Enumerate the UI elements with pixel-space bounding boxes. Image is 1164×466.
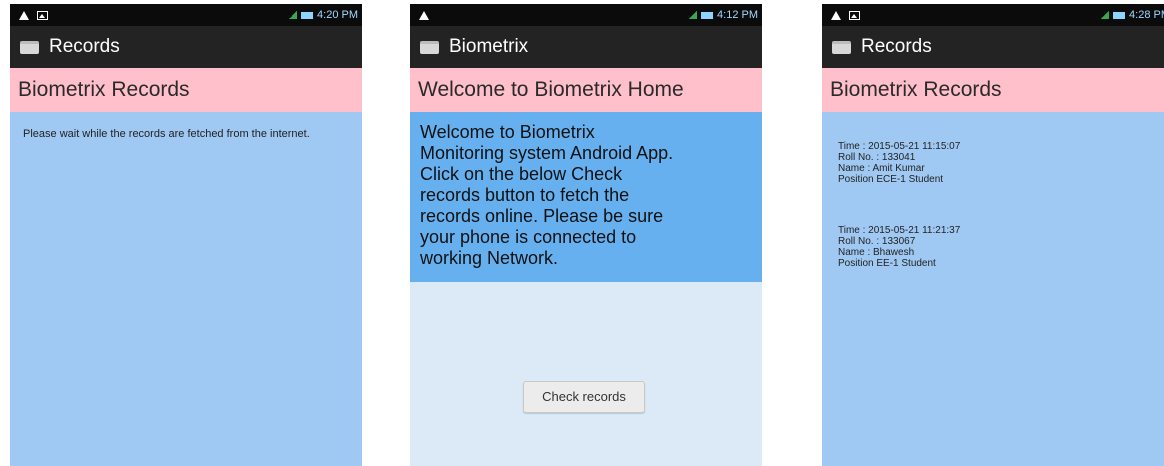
- home-screen: 4:12 PM Biometrix Welcome to Biometrix H…: [410, 4, 762, 466]
- page-header: Biometrix Records: [10, 68, 362, 112]
- action-bar-title: Biometrix: [449, 36, 529, 57]
- records-list-screen: 4:28 PM Records Biometrix Records Time :…: [822, 4, 1164, 466]
- action-bar: Biometrix: [410, 26, 762, 68]
- record-entry: Time : 2015-05-21 11:21:37 Roll No. : 13…: [838, 225, 960, 269]
- loading-message: Please wait while the records are fetche…: [23, 128, 310, 140]
- record-time: Time : 2015-05-21 11:21:37: [838, 225, 961, 236]
- record-roll: Roll No. : 133067: [838, 236, 916, 247]
- record-roll: Roll No. : 133041: [838, 152, 916, 163]
- record-position: Position ECE-1 Student: [838, 174, 944, 185]
- record-position: Position EE-1 Student: [838, 258, 936, 269]
- check-records-button[interactable]: Check records: [523, 381, 645, 413]
- action-bar-title: Records: [49, 36, 120, 57]
- page-header: Biometrix Records: [822, 68, 1164, 112]
- status-right-icons: 4:28 PM: [1101, 8, 1164, 22]
- image-icon: [37, 10, 48, 20]
- status-time: 4:28 PM: [1129, 9, 1164, 21]
- signal-icon: [689, 11, 698, 19]
- welcome-message: Welcome to Biometrix Monitoring system A…: [420, 122, 756, 269]
- record-name: Name : Amit Kumar: [838, 163, 925, 174]
- action-bar: Records: [10, 26, 362, 68]
- action-bar: Records: [822, 26, 1164, 68]
- record-time: Time : 2015-05-21 11:15:07: [838, 141, 961, 152]
- status-left-icons: [831, 8, 860, 22]
- status-right-icons: 4:12 PM: [689, 8, 758, 22]
- welcome-line: Monitoring system Android App.: [420, 143, 674, 163]
- image-icon: [849, 10, 860, 20]
- warning-icon: [19, 10, 29, 20]
- record-entry: Time : 2015-05-21 11:15:07 Roll No. : 13…: [838, 141, 960, 185]
- status-left-icons: [419, 8, 429, 22]
- status-time: 4:20 PM: [317, 9, 358, 21]
- status-bar: 4:12 PM: [410, 4, 762, 26]
- status-bar: 4:28 PM: [822, 4, 1164, 26]
- battery-icon: [1113, 11, 1126, 19]
- signal-icon: [1101, 11, 1110, 19]
- status-left-icons: [19, 8, 48, 22]
- action-bar-title: Records: [861, 36, 932, 57]
- app-icon[interactable]: [420, 40, 439, 54]
- welcome-panel: Welcome to Biometrix Monitoring system A…: [410, 112, 762, 282]
- app-icon[interactable]: [832, 40, 851, 54]
- welcome-line: records button to fetch the: [420, 185, 630, 205]
- app-icon[interactable]: [20, 40, 39, 54]
- status-right-icons: 4:20 PM: [289, 8, 358, 22]
- welcome-line: Welcome to Biometrix: [420, 122, 595, 142]
- records-loading-screen: 4:20 PM Records Biometrix Records Please…: [10, 4, 362, 466]
- battery-icon: [301, 11, 314, 19]
- page-header: Welcome to Biometrix Home: [410, 68, 762, 112]
- welcome-line: your phone is connected to: [420, 227, 637, 247]
- record-name: Name : Bhawesh: [838, 247, 915, 258]
- warning-icon: [419, 10, 429, 20]
- status-time: 4:12 PM: [717, 9, 758, 21]
- status-bar: 4:20 PM: [10, 4, 362, 26]
- welcome-line: Click on the below Check: [420, 164, 623, 184]
- welcome-line: records online. Please be sure: [420, 206, 664, 226]
- warning-icon: [831, 10, 841, 20]
- signal-icon: [289, 11, 298, 19]
- welcome-line: working Network.: [420, 248, 559, 268]
- battery-icon: [701, 11, 714, 19]
